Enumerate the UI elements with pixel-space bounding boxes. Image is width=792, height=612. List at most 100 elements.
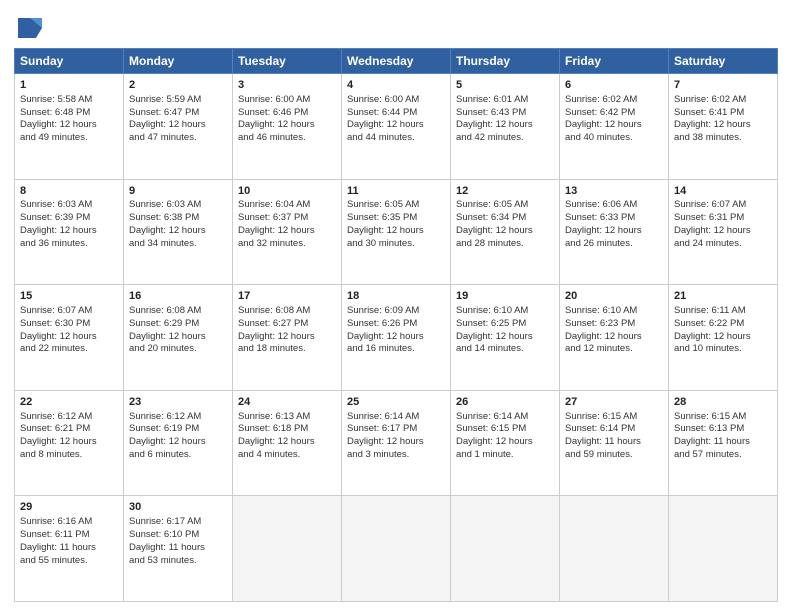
day-info: Sunrise: 6:10 AMSunset: 6:23 PMDaylight:… (565, 305, 642, 354)
day-info: Sunrise: 6:04 AMSunset: 6:37 PMDaylight:… (238, 199, 315, 248)
day-info: Sunrise: 6:07 AMSunset: 6:30 PMDaylight:… (20, 305, 97, 354)
day-number: 13 (565, 184, 663, 199)
day-info: Sunrise: 6:11 AMSunset: 6:22 PMDaylight:… (674, 305, 751, 354)
calendar-cell: 7Sunrise: 6:02 AMSunset: 6:41 PMDaylight… (669, 74, 778, 180)
day-info: Sunrise: 6:14 AMSunset: 6:17 PMDaylight:… (347, 411, 424, 460)
day-number: 20 (565, 289, 663, 304)
day-number: 27 (565, 395, 663, 410)
day-info: Sunrise: 6:00 AMSunset: 6:46 PMDaylight:… (238, 94, 315, 143)
calendar-cell: 27Sunrise: 6:15 AMSunset: 6:14 PMDayligh… (560, 390, 669, 496)
day-info: Sunrise: 6:02 AMSunset: 6:42 PMDaylight:… (565, 94, 642, 143)
header-day-saturday: Saturday (669, 49, 778, 74)
calendar-cell: 11Sunrise: 6:05 AMSunset: 6:35 PMDayligh… (342, 179, 451, 285)
calendar-cell (233, 496, 342, 602)
calendar-cell (342, 496, 451, 602)
day-number: 21 (674, 289, 772, 304)
calendar-cell: 10Sunrise: 6:04 AMSunset: 6:37 PMDayligh… (233, 179, 342, 285)
header-day-monday: Monday (124, 49, 233, 74)
day-number: 9 (129, 184, 227, 199)
day-info: Sunrise: 6:14 AMSunset: 6:15 PMDaylight:… (456, 411, 533, 460)
day-info: Sunrise: 5:59 AMSunset: 6:47 PMDaylight:… (129, 94, 206, 143)
day-number: 1 (20, 78, 118, 93)
day-number: 8 (20, 184, 118, 199)
calendar-cell: 1Sunrise: 5:58 AMSunset: 6:48 PMDaylight… (15, 74, 124, 180)
calendar-cell: 14Sunrise: 6:07 AMSunset: 6:31 PMDayligh… (669, 179, 778, 285)
day-number: 10 (238, 184, 336, 199)
logo (14, 14, 46, 42)
week-row-3: 15Sunrise: 6:07 AMSunset: 6:30 PMDayligh… (15, 285, 778, 391)
calendar-cell: 23Sunrise: 6:12 AMSunset: 6:19 PMDayligh… (124, 390, 233, 496)
day-number: 14 (674, 184, 772, 199)
header-day-tuesday: Tuesday (233, 49, 342, 74)
calendar-cell: 6Sunrise: 6:02 AMSunset: 6:42 PMDaylight… (560, 74, 669, 180)
calendar-cell: 16Sunrise: 6:08 AMSunset: 6:29 PMDayligh… (124, 285, 233, 391)
day-number: 23 (129, 395, 227, 410)
calendar-cell: 8Sunrise: 6:03 AMSunset: 6:39 PMDaylight… (15, 179, 124, 285)
day-info: Sunrise: 6:08 AMSunset: 6:29 PMDaylight:… (129, 305, 206, 354)
page: SundayMondayTuesdayWednesdayThursdayFrid… (0, 0, 792, 612)
calendar-cell: 9Sunrise: 6:03 AMSunset: 6:38 PMDaylight… (124, 179, 233, 285)
calendar-cell: 25Sunrise: 6:14 AMSunset: 6:17 PMDayligh… (342, 390, 451, 496)
day-info: Sunrise: 6:15 AMSunset: 6:13 PMDaylight:… (674, 411, 750, 460)
day-info: Sunrise: 6:00 AMSunset: 6:44 PMDaylight:… (347, 94, 424, 143)
day-number: 22 (20, 395, 118, 410)
header-day-sunday: Sunday (15, 49, 124, 74)
day-number: 17 (238, 289, 336, 304)
day-number: 11 (347, 184, 445, 199)
day-number: 24 (238, 395, 336, 410)
week-row-2: 8Sunrise: 6:03 AMSunset: 6:39 PMDaylight… (15, 179, 778, 285)
header-row: SundayMondayTuesdayWednesdayThursdayFrid… (15, 49, 778, 74)
calendar-cell: 24Sunrise: 6:13 AMSunset: 6:18 PMDayligh… (233, 390, 342, 496)
calendar-cell: 15Sunrise: 6:07 AMSunset: 6:30 PMDayligh… (15, 285, 124, 391)
header (14, 10, 778, 42)
calendar-cell: 26Sunrise: 6:14 AMSunset: 6:15 PMDayligh… (451, 390, 560, 496)
day-number: 6 (565, 78, 663, 93)
day-info: Sunrise: 6:17 AMSunset: 6:10 PMDaylight:… (129, 516, 205, 565)
day-info: Sunrise: 6:05 AMSunset: 6:34 PMDaylight:… (456, 199, 533, 248)
day-info: Sunrise: 6:07 AMSunset: 6:31 PMDaylight:… (674, 199, 751, 248)
calendar-cell: 13Sunrise: 6:06 AMSunset: 6:33 PMDayligh… (560, 179, 669, 285)
calendar-cell: 18Sunrise: 6:09 AMSunset: 6:26 PMDayligh… (342, 285, 451, 391)
day-info: Sunrise: 6:12 AMSunset: 6:19 PMDaylight:… (129, 411, 206, 460)
day-info: Sunrise: 6:15 AMSunset: 6:14 PMDaylight:… (565, 411, 641, 460)
calendar-cell: 30Sunrise: 6:17 AMSunset: 6:10 PMDayligh… (124, 496, 233, 602)
day-info: Sunrise: 6:13 AMSunset: 6:18 PMDaylight:… (238, 411, 315, 460)
week-row-1: 1Sunrise: 5:58 AMSunset: 6:48 PMDaylight… (15, 74, 778, 180)
day-info: Sunrise: 6:05 AMSunset: 6:35 PMDaylight:… (347, 199, 424, 248)
day-info: Sunrise: 6:06 AMSunset: 6:33 PMDaylight:… (565, 199, 642, 248)
day-number: 3 (238, 78, 336, 93)
day-info: Sunrise: 6:03 AMSunset: 6:38 PMDaylight:… (129, 199, 206, 248)
day-number: 18 (347, 289, 445, 304)
day-info: Sunrise: 6:08 AMSunset: 6:27 PMDaylight:… (238, 305, 315, 354)
week-row-5: 29Sunrise: 6:16 AMSunset: 6:11 PMDayligh… (15, 496, 778, 602)
day-info: Sunrise: 6:02 AMSunset: 6:41 PMDaylight:… (674, 94, 751, 143)
day-number: 29 (20, 500, 118, 515)
day-number: 28 (674, 395, 772, 410)
calendar-cell: 21Sunrise: 6:11 AMSunset: 6:22 PMDayligh… (669, 285, 778, 391)
day-number: 25 (347, 395, 445, 410)
day-info: Sunrise: 6:10 AMSunset: 6:25 PMDaylight:… (456, 305, 533, 354)
day-info: Sunrise: 6:09 AMSunset: 6:26 PMDaylight:… (347, 305, 424, 354)
calendar-table: SundayMondayTuesdayWednesdayThursdayFrid… (14, 48, 778, 602)
day-info: Sunrise: 6:03 AMSunset: 6:39 PMDaylight:… (20, 199, 97, 248)
day-info: Sunrise: 6:01 AMSunset: 6:43 PMDaylight:… (456, 94, 533, 143)
calendar-cell: 29Sunrise: 6:16 AMSunset: 6:11 PMDayligh… (15, 496, 124, 602)
day-info: Sunrise: 6:16 AMSunset: 6:11 PMDaylight:… (20, 516, 96, 565)
day-number: 16 (129, 289, 227, 304)
day-number: 4 (347, 78, 445, 93)
header-day-wednesday: Wednesday (342, 49, 451, 74)
calendar-cell: 3Sunrise: 6:00 AMSunset: 6:46 PMDaylight… (233, 74, 342, 180)
calendar-cell: 2Sunrise: 5:59 AMSunset: 6:47 PMDaylight… (124, 74, 233, 180)
day-number: 26 (456, 395, 554, 410)
day-number: 12 (456, 184, 554, 199)
calendar-cell (451, 496, 560, 602)
day-number: 7 (674, 78, 772, 93)
week-row-4: 22Sunrise: 6:12 AMSunset: 6:21 PMDayligh… (15, 390, 778, 496)
header-day-friday: Friday (560, 49, 669, 74)
logo-icon (14, 14, 42, 42)
calendar-cell: 12Sunrise: 6:05 AMSunset: 6:34 PMDayligh… (451, 179, 560, 285)
calendar-cell: 4Sunrise: 6:00 AMSunset: 6:44 PMDaylight… (342, 74, 451, 180)
calendar-cell: 5Sunrise: 6:01 AMSunset: 6:43 PMDaylight… (451, 74, 560, 180)
day-number: 19 (456, 289, 554, 304)
calendar-cell: 17Sunrise: 6:08 AMSunset: 6:27 PMDayligh… (233, 285, 342, 391)
